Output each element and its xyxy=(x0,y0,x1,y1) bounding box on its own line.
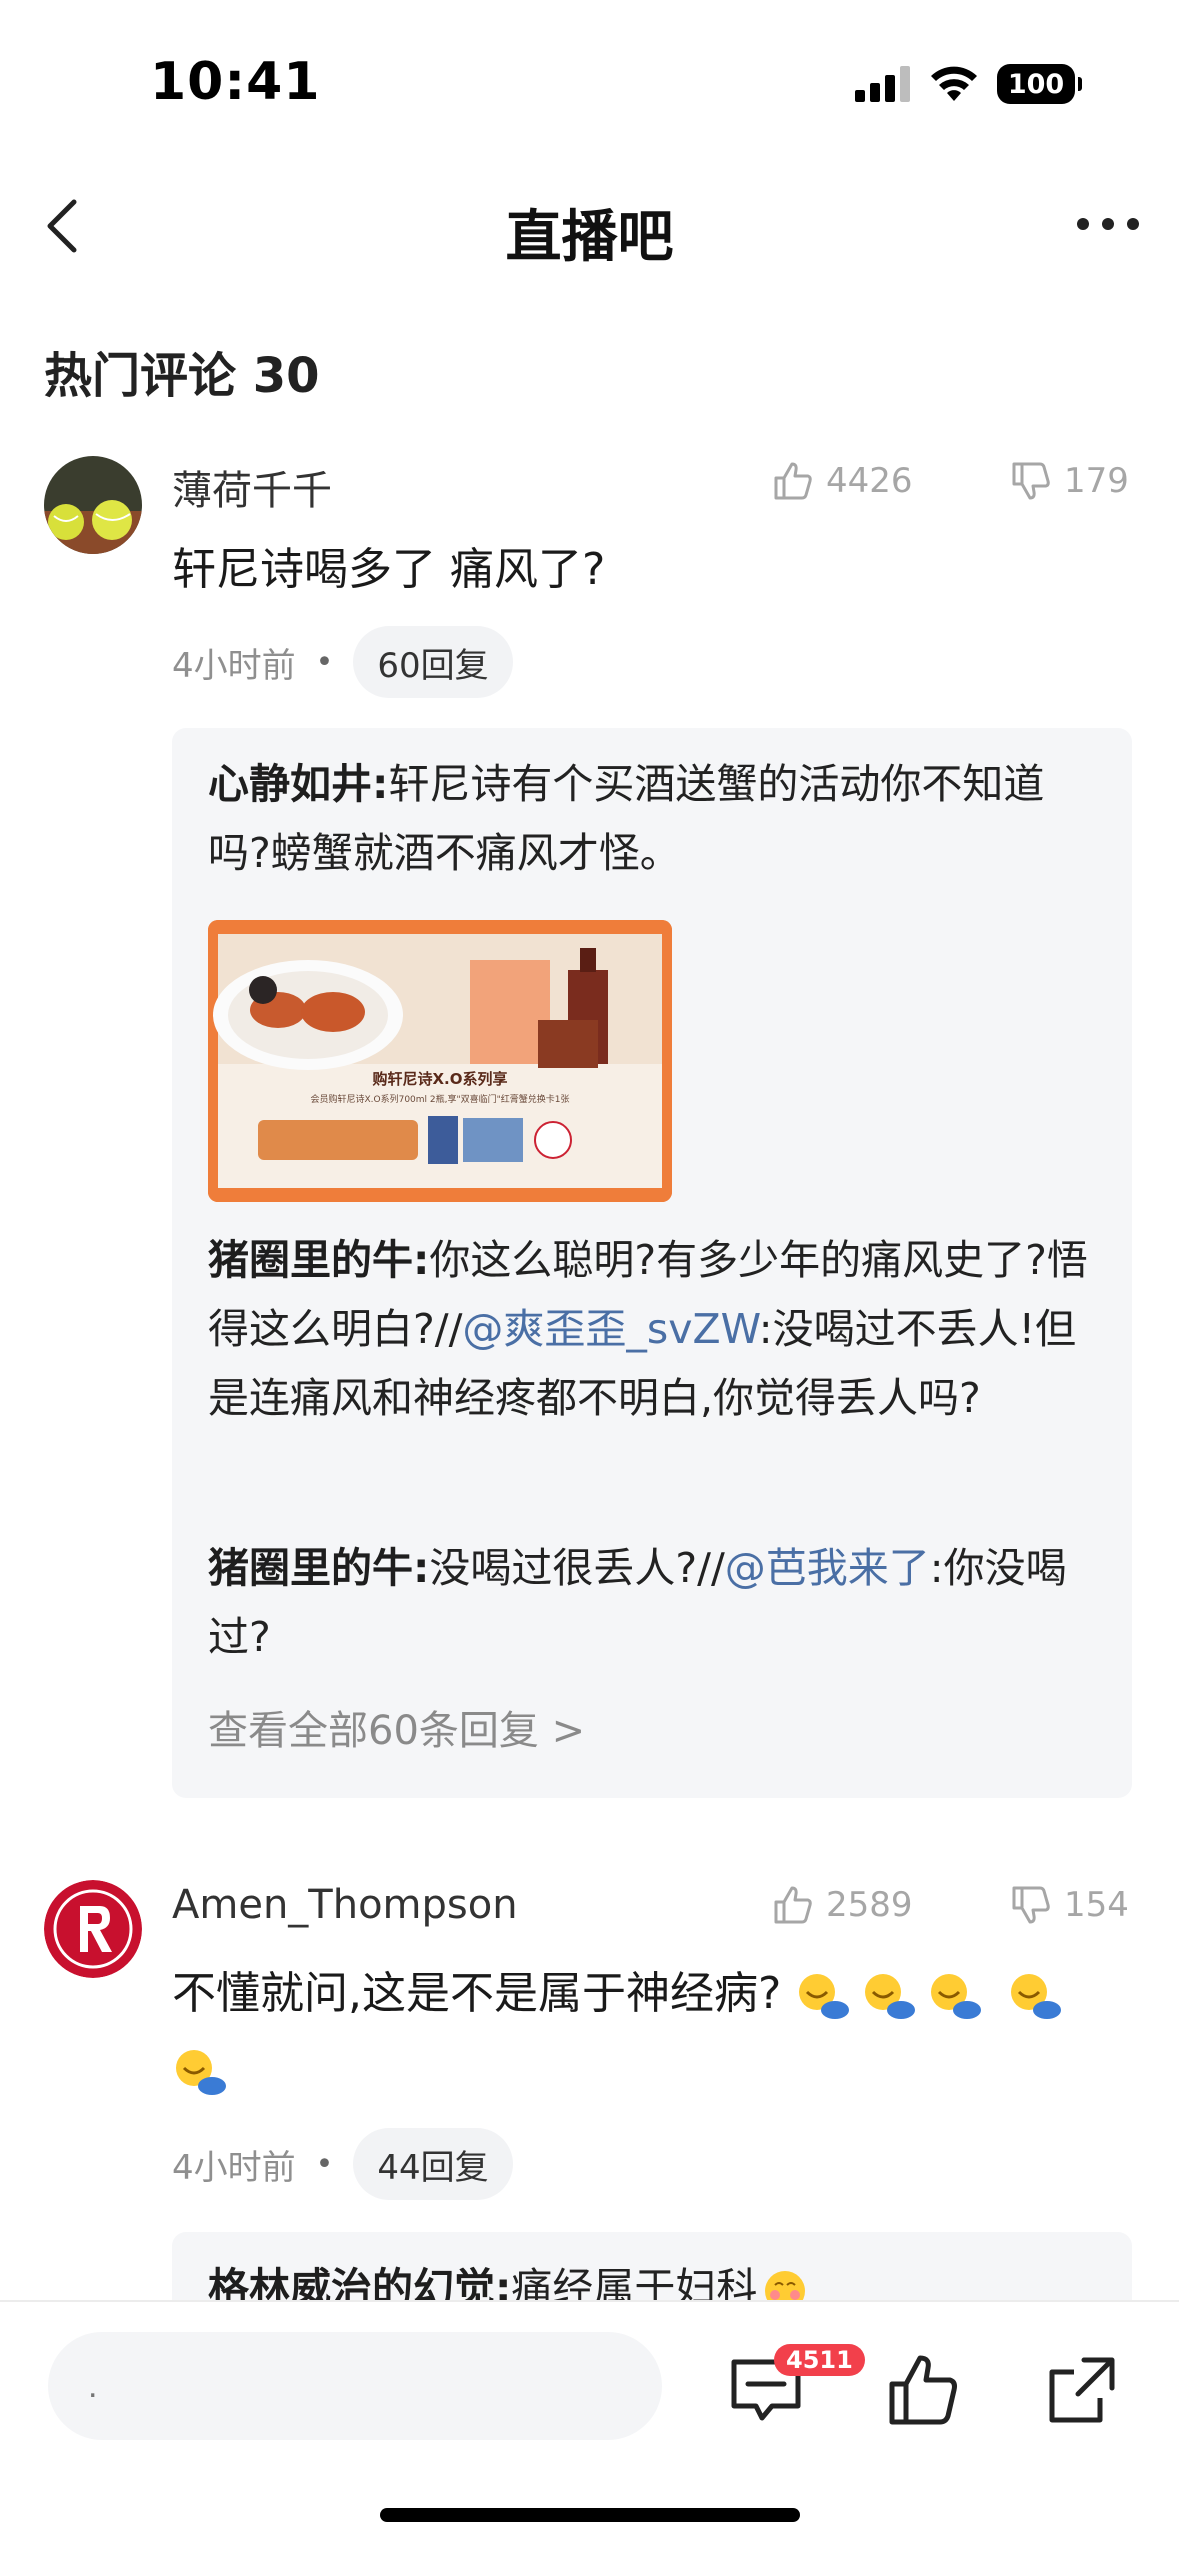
comment-meta: 4小时前 • 44回复 xyxy=(172,2128,513,2200)
page-title: 直播吧 xyxy=(505,205,674,270)
comment-time: 4小时前 xyxy=(172,2147,296,2188)
meta-separator: • xyxy=(315,644,334,680)
battery-indicator: 100 xyxy=(997,64,1082,104)
thumbs-up-icon xyxy=(774,462,812,500)
like-count: 4426 xyxy=(826,461,913,501)
avatar[interactable] xyxy=(44,1880,142,1978)
reply-text: 没喝过很丢人?// xyxy=(429,1544,725,1592)
meta-separator: • xyxy=(315,2146,334,2182)
thumbs-up-icon[interactable] xyxy=(886,2352,962,2428)
comment-text: 轩尼诗喝多了 痛风了? xyxy=(172,544,606,595)
like-button[interactable]: 4426 xyxy=(772,460,913,502)
avatar[interactable] xyxy=(44,456,142,554)
reply-item[interactable]: 心静如井:轩尼诗有个买酒送蟹的活动你不知道吗?螃蟹就酒不痛风才怪。 xyxy=(208,750,1098,888)
reply-item[interactable]: 猪圈里的牛:你这么聪明?有多少年的痛风史了?悟得这么明白?//@爽歪歪_svZW… xyxy=(208,1226,1098,1433)
promo-headline: 购轩尼诗X.O系列享 xyxy=(372,1070,508,1088)
laughing-emoji-icon xyxy=(176,2050,226,2095)
comment-text-body: 不懂就问,这是不是属于神经病? xyxy=(172,1968,782,2019)
thumbs-down-icon xyxy=(1012,1886,1050,1924)
status-bar: 10:41 100 xyxy=(0,0,1179,150)
thumbs-up-icon xyxy=(774,1886,812,1924)
hot-comments-title: 热门评论 30 xyxy=(44,348,320,404)
view-all-replies-link[interactable]: 查看全部60条回复 > xyxy=(208,1698,585,1756)
comment-count-badge: 4511 xyxy=(774,2344,865,2376)
status-time: 10:41 xyxy=(150,52,321,112)
promo-subline: 会员购轩尼诗X.O系列700ml 2瓶,享"双喜临门"红膏蟹兑换卡1张 xyxy=(310,1095,570,1105)
dislike-button[interactable]: 179 xyxy=(1010,460,1129,502)
like-button[interactable]: 2589 xyxy=(772,1884,913,1926)
reply-item[interactable]: 猪圈里的牛:没喝过很丢人?//@芭我来了:你没喝过? xyxy=(208,1534,1098,1672)
username[interactable]: 薄荷千千 xyxy=(172,458,332,516)
like-count: 2589 xyxy=(826,1885,913,1925)
comment-input[interactable] xyxy=(48,2332,662,2440)
comment-meta: 4小时前 • 60回复 xyxy=(172,626,513,698)
reply-count-button[interactable]: 60回复 xyxy=(353,626,513,698)
mention-link[interactable]: @芭我来了 xyxy=(725,1544,930,1592)
wifi-icon xyxy=(931,66,977,101)
dislike-count: 179 xyxy=(1064,461,1129,501)
reply-author[interactable]: 猪圈里的牛: xyxy=(208,1236,429,1284)
comment-time: 4小时前 xyxy=(172,645,296,686)
nav-bar: 直播吧 xyxy=(0,170,1179,280)
more-icon[interactable] xyxy=(1073,204,1143,244)
reply-count-button[interactable]: 44回复 xyxy=(353,2128,513,2200)
laughing-emoji-icon xyxy=(931,1974,982,2019)
username[interactable]: Amen_Thompson xyxy=(172,1882,518,1928)
laughing-emoji-icon xyxy=(1011,1974,1062,2019)
signal-icon xyxy=(855,66,910,102)
dislike-button[interactable]: 154 xyxy=(1010,1884,1129,1926)
home-indicator xyxy=(380,2508,800,2522)
thumbs-down-icon xyxy=(1012,462,1050,500)
reply-author[interactable]: 心静如井: xyxy=(208,760,388,808)
reply-box: 心静如井:轩尼诗有个买酒送蟹的活动你不知道吗?螃蟹就酒不痛风才怪。 购轩尼诗X.… xyxy=(172,728,1132,1798)
comment-text: 不懂就问,这是不是属于神经病? xyxy=(172,1956,1092,2108)
status-icons: 100 xyxy=(855,64,1082,104)
share-icon[interactable] xyxy=(1044,2352,1120,2428)
reply-image[interactable]: 购轩尼诗X.O系列享 会员购轩尼诗X.O系列700ml 2瓶,享"双喜临门"红膏… xyxy=(208,920,672,1202)
laughing-emoji-icon xyxy=(799,1974,850,2019)
mention-link[interactable]: @爽歪歪_svZW xyxy=(462,1305,758,1353)
laughing-emoji-icon xyxy=(865,1974,916,2019)
dislike-count: 154 xyxy=(1064,1885,1129,1925)
reply-author[interactable]: 猪圈里的牛: xyxy=(208,1544,429,1592)
